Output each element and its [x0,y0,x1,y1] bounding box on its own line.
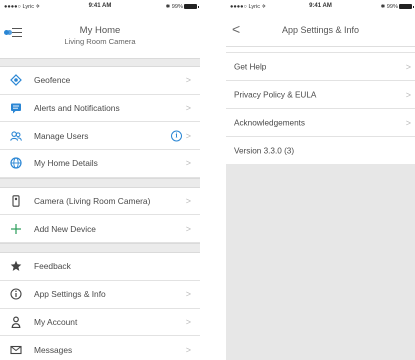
menu-item-my-account[interactable]: My Account > [0,308,200,337]
settings-header: < App Settings & Info [226,14,415,47]
camera-device-icon [10,195,22,207]
plus-icon [10,223,22,235]
chevron-right-icon: > [185,196,191,207]
geofence-icon [10,74,22,87]
menu-item-messages[interactable]: Messages > [0,336,200,360]
chevron-right-icon: > [185,316,191,327]
version-text: Version 3.3.0 (3) [234,146,295,155]
menu-item-label: Camera (Living Room Camera) [34,196,151,207]
battery-indicator: ✱ 99% [165,4,199,10]
menu-item-label: Feedback [34,261,71,272]
menu-item-manage-users[interactable]: Manage Users i > [0,122,200,151]
star-icon [10,260,22,272]
chevron-right-icon: > [185,344,191,355]
menu-list: Geofence > Alerts and Notifications > Ma… [0,58,200,360]
page-title: App Settings & Info [281,25,360,35]
status-bar: ●●●●○ Lyric ✈ 9:41 AM ✱ 99% [226,0,415,14]
info-icon [10,288,22,300]
section-divider [0,58,200,67]
settings-item-label: Privacy Policy & EULA [234,90,317,99]
version-label-row: Version 3.3.0 (3) [226,137,415,165]
right-screen: ●●●●○ Lyric ✈ 9:41 AM ✱ 99% < App Settin… [226,0,415,360]
left-screen: ●●●●○ Lyric ✈ 9:41 AM ✱ 99% My Home Livi… [0,0,200,360]
home-header: My Home Living Room Camera [0,14,200,54]
chevron-right-icon: > [405,89,411,100]
menu-item-label: My Home Details [34,158,98,169]
account-icon [10,316,22,328]
battery-icon [184,4,199,10]
envelope-icon [10,344,22,356]
menu-item-app-settings[interactable]: App Settings & Info > [0,280,200,309]
menu-item-label: My Account [34,316,78,327]
menu-item-label: Manage Users [34,130,89,141]
menu-item-label: Geofence [34,75,71,86]
battery-text: ✱ 99% [380,4,398,10]
settings-item-get-help[interactable]: Get Help > [226,53,415,81]
menu-item-camera[interactable]: Camera (Living Room Camera) > [0,187,200,216]
chevron-right-icon: > [405,117,411,128]
chevron-right-icon: > [185,158,191,169]
page-title: My Home [79,25,121,36]
battery-text: ✱ 99% [165,4,183,10]
settings-list: Get Help > Privacy Policy & EULA > Ackno… [226,52,415,165]
menu-item-add-device[interactable]: Add New Device > [0,215,200,244]
chevron-right-icon: > [185,223,191,234]
menu-item-alerts[interactable]: Alerts and Notifications > [0,94,200,123]
users-icon [10,130,22,142]
menu-item-geofence[interactable]: Geofence > [0,67,200,95]
menu-item-label: App Settings & Info [34,289,106,300]
chevron-right-icon: > [185,75,191,86]
globe-icon [10,157,22,170]
settings-item-label: Acknowledgements [234,118,305,127]
chevron-right-icon: > [185,130,191,141]
chevron-right-icon: > [405,61,411,72]
status-bar: ●●●●○ Lyric ✈ 9:41 AM ✱ 99% [0,0,200,14]
chevron-right-icon: > [185,289,191,300]
chevron-right-icon: > [185,103,191,114]
alerts-icon [10,102,22,114]
menu-item-label: Alerts and Notifications [34,103,120,114]
menu-item-label: Add New Device [34,223,96,234]
settings-item-label: Get Help [234,62,267,71]
empty-background [226,164,415,360]
menu-item-label: Messages [34,344,73,355]
info-badge-icon[interactable]: i [171,130,182,142]
menu-item-feedback[interactable]: Feedback [0,253,200,281]
section-divider [0,177,200,188]
section-divider [0,243,200,254]
battery-icon [399,4,414,10]
settings-item-privacy[interactable]: Privacy Policy & EULA > [226,81,415,109]
battery-indicator: ✱ 99% [380,4,414,10]
page-subtitle: Living Room Camera [64,37,136,46]
menu-item-home-details[interactable]: My Home Details > [0,150,200,178]
settings-item-acknowledgements[interactable]: Acknowledgements > [226,109,415,137]
